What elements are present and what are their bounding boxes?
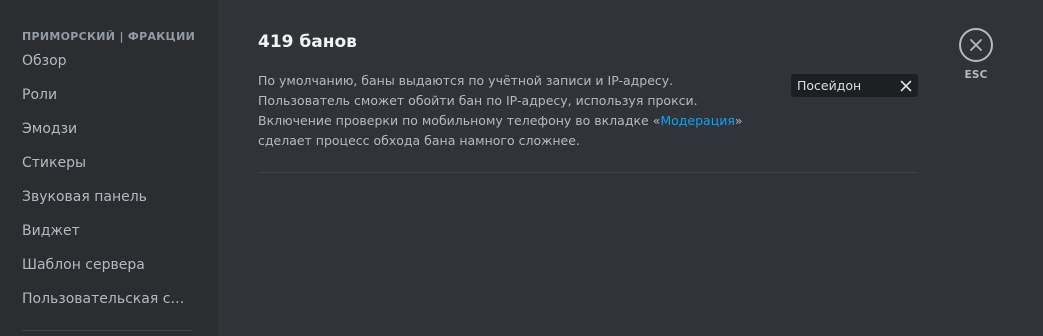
sidebar-divider xyxy=(22,330,192,331)
close-button[interactable] xyxy=(959,28,993,62)
moderation-link[interactable]: Модерация xyxy=(660,113,735,128)
sidebar-item-server-template[interactable]: Шаблон сервера xyxy=(14,250,194,284)
main-content: 419 банов По умолчанию, баны выдаются по… xyxy=(218,0,1043,336)
sidebar-item-vanity-url[interactable]: Пользовательская ссылка приглашения xyxy=(14,284,194,318)
sidebar: ПРИМОРСКИЙ | ФРАКЦИИ Обзор Роли Эмодзи С… xyxy=(0,0,218,336)
close-icon xyxy=(969,38,983,52)
section-divider xyxy=(258,172,918,173)
search-box[interactable] xyxy=(791,74,918,97)
close-icon[interactable] xyxy=(899,79,912,92)
sidebar-item-roles[interactable]: Роли xyxy=(14,80,194,114)
bans-section: 419 банов По умолчанию, баны выдаются по… xyxy=(258,30,918,173)
sidebar-item-emoji[interactable]: Эмодзи xyxy=(14,114,194,148)
sidebar-item-soundboard[interactable]: Звуковая панель xyxy=(14,182,194,216)
sidebar-list: Обзор Роли Эмодзи Стикеры Звуковая панел… xyxy=(14,46,210,318)
search-input[interactable] xyxy=(797,78,892,93)
close-control: ESC xyxy=(957,28,995,81)
page-title: 419 банов xyxy=(258,32,357,52)
sidebar-item-overview[interactable]: Обзор xyxy=(14,46,194,80)
esc-label: ESC xyxy=(964,69,988,81)
description-row: По умолчанию, баны выдаются по учётной з… xyxy=(258,73,918,151)
sidebar-item-stickers[interactable]: Стикеры xyxy=(14,148,194,182)
sidebar-item-widget[interactable]: Виджет xyxy=(14,216,194,250)
description: По умолчанию, баны выдаются по учётной з… xyxy=(258,71,748,151)
description-text-before: По умолчанию, баны выдаются по учётной з… xyxy=(258,73,698,128)
sidebar-section-header: ПРИМОРСКИЙ | ФРАКЦИИ xyxy=(22,30,196,43)
settings-window: ПРИМОРСКИЙ | ФРАКЦИИ Обзор Роли Эмодзи С… xyxy=(0,0,1043,336)
